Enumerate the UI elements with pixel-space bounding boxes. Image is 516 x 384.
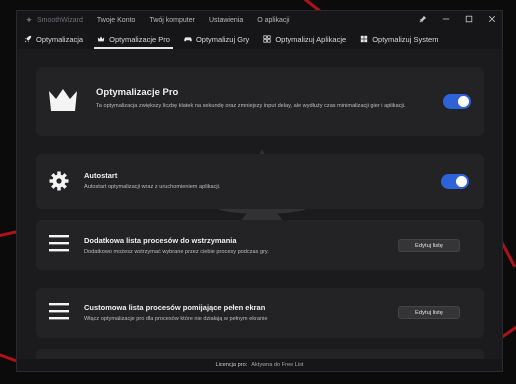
tab-label: Optymalizacja [36, 34, 84, 44]
list-icon [49, 235, 69, 252]
tab-optymalizuj-gry[interactable]: Optymalizuj Gry [177, 29, 256, 49]
card-optymalizacje-pro: Optymalizacje Pro Ta optymalizacja zwięk… [36, 67, 484, 136]
card-description: Autostart optymalizacji wraz z uruchomie… [84, 184, 221, 190]
tab-label: Optymalizuj System [372, 34, 439, 44]
menu-item-computer[interactable]: Twój komputer [149, 17, 195, 24]
app-window: ✦ SmoothWizard Twoje Konto Twój komputer… [16, 10, 503, 372]
license-label: Licencja pro: [215, 362, 248, 368]
card-customowa-lista: Customowa lista procesów pomijające pełe… [36, 288, 484, 338]
card-dodatkowa-lista: Dodatkowa lista procesów do wstrzymania … [36, 220, 484, 270]
card-description: Dodatkowo możesz wstrzymać wybrane przez… [84, 249, 269, 255]
tab-label: Optymalizuj Aplikacje [275, 34, 347, 44]
crown-icon [49, 89, 77, 111]
rocket-icon [24, 35, 32, 43]
app-logo-icon: ✦ [25, 15, 33, 25]
tab-label: Optymalizuj Gry [195, 34, 250, 44]
tab-label: Optymalizacje Pro [109, 34, 170, 44]
windows-icon [360, 35, 368, 43]
card-title: Dodatkowa lista procesów do wstrzymania [84, 236, 237, 245]
tab-optymalizuj-system[interactable]: Optymalizuj System [353, 29, 445, 49]
main-content: Optymalizacje Pro Ta optymalizacja zwięk… [17, 49, 502, 371]
card-title: Customowa lista procesów pomijające pełe… [84, 303, 266, 312]
app-name: SmoothWizard [37, 16, 83, 24]
tab-optymalizacje-pro[interactable]: Optymalizacje Pro [90, 29, 177, 49]
card-title: Autostart [84, 171, 118, 180]
menu-item-account[interactable]: Twoje Konto [97, 17, 136, 24]
autostart-toggle[interactable] [441, 174, 469, 189]
status-bar: Licencja pro: Aktywna do Free List [17, 359, 502, 371]
optymalizacje-pro-toggle[interactable] [443, 94, 471, 109]
menu-item-about[interactable]: O aplikacji [257, 17, 289, 24]
tab-bar: Optymalizacja Optymalizacje Pro Optymali… [17, 29, 502, 49]
crown-icon [97, 36, 105, 42]
maximize-icon[interactable] [464, 15, 473, 25]
card-description: Ta optymalizacja zwiększy liczbę klatek … [96, 103, 406, 109]
tab-optymalizuj-aplikacje[interactable]: Optymalizuj Aplikacje [256, 29, 353, 49]
card-description: Włącz optymalizacje pro dla procesów któ… [84, 316, 268, 322]
menu-item-settings[interactable]: Ustawienia [209, 17, 243, 24]
title-bar: ✦ SmoothWizard Twoje Konto Twój komputer… [17, 11, 502, 29]
edit-stop-list-button[interactable]: Edytuj listę [398, 239, 460, 252]
window-controls [418, 11, 496, 29]
card-autostart: Autostart Autostart optymalizacji wraz z… [36, 154, 484, 209]
list-icon [49, 303, 69, 320]
card-title: Optymalizacje Pro [96, 87, 179, 98]
gamepad-icon [184, 37, 192, 42]
edit-fullscreen-list-button[interactable]: Edytuj listę [398, 306, 460, 319]
tab-optymalizacja[interactable]: Optymalizacja [17, 29, 90, 49]
close-icon[interactable] [487, 15, 496, 25]
minimize-icon[interactable] [441, 15, 450, 25]
pin-icon[interactable] [418, 15, 427, 25]
gear-icon [49, 171, 69, 191]
license-status: Aktywna do Free List [251, 362, 304, 368]
apps-grid-icon [263, 35, 271, 43]
